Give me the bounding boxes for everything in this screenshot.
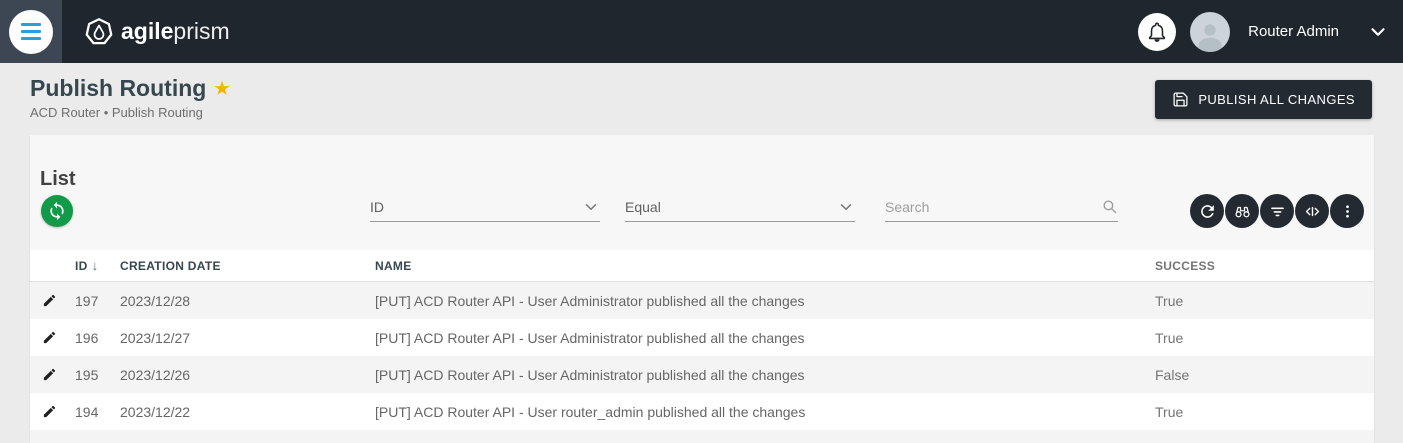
filter-field-select[interactable]: ID (370, 192, 600, 222)
brand-text-light: prism (173, 18, 230, 44)
cell-success: True (1155, 329, 1184, 346)
search-field (885, 192, 1118, 222)
code-icon (1305, 206, 1319, 216)
cell-success: False (1155, 366, 1190, 383)
brand-icon (85, 17, 113, 44)
table-header: ID ↓ CREATION DATE NAME SUCCESS (30, 250, 1374, 282)
pencil-icon (43, 331, 56, 344)
page-header: Publish Routing ★ ACD Router • Publish R… (0, 63, 1403, 135)
sync-icon (50, 201, 64, 221)
menu-button[interactable] (0, 0, 62, 63)
header-success[interactable]: SUCCESS (1155, 259, 1374, 273)
refresh-icon (1200, 204, 1214, 218)
sync-button[interactable] (41, 195, 73, 227)
more-vert-icon (1345, 204, 1349, 218)
filter-operator-select[interactable]: Equal (625, 192, 855, 222)
chevron-down-icon (1371, 27, 1385, 36)
cell-creation-date: 2023/12/22 (120, 403, 191, 420)
table-actions (1190, 194, 1364, 228)
binoculars-icon (1234, 206, 1250, 217)
header-id[interactable]: ID ↓ (75, 258, 120, 273)
cell-id: 195 (75, 366, 99, 383)
cell-creation-date: 2023/12/28 (120, 292, 191, 309)
favorite-star-icon[interactable]: ★ (214, 79, 229, 99)
header-creation-date[interactable]: CREATION DATE (120, 259, 375, 273)
table-row: 196 2023/12/27 [PUT] ACD Router API - Us… (30, 319, 1374, 356)
avatar[interactable] (1190, 11, 1231, 52)
user-name: Router Admin (1248, 23, 1339, 40)
chevron-down-icon (585, 203, 597, 210)
brand-text-bold: agile (121, 18, 174, 44)
table-row: 194 2023/12/22 [PUT] ACD Router API - Us… (30, 393, 1374, 430)
table-row: 197 2023/12/28 [PUT] ACD Router API - Us… (30, 282, 1374, 319)
filter-icon (1270, 207, 1284, 216)
edit-button[interactable] (40, 291, 59, 310)
hamburger-icon (21, 23, 41, 40)
edit-button[interactable] (40, 402, 59, 421)
cell-name: [PUT] ACD Router API - User router_admin… (375, 403, 806, 420)
pencil-icon (43, 294, 56, 307)
bell-icon (1148, 22, 1166, 42)
more-button[interactable] (1330, 194, 1364, 228)
edit-button[interactable] (40, 365, 59, 384)
columns-button[interactable] (1295, 194, 1329, 228)
table-row: 195 2023/12/26 [PUT] ACD Router API - Us… (30, 356, 1374, 393)
list-card: List ID Equal Search ID ↓ CREATION DATE … (30, 135, 1374, 443)
search-input[interactable] (885, 198, 1101, 215)
filter-button[interactable] (1260, 194, 1294, 228)
filter-operator-value: Equal (625, 198, 661, 215)
pencil-icon (43, 368, 56, 381)
pencil-icon (43, 405, 56, 418)
table-body: 197 2023/12/28 [PUT] ACD Router API - Us… (30, 282, 1374, 430)
publish-all-changes-button[interactable]: PUBLISH ALL CHANGES (1155, 80, 1372, 119)
cell-name: [PUT] ACD Router API - User Administrato… (375, 292, 805, 309)
cell-success: True (1155, 403, 1184, 420)
edit-button[interactable] (40, 328, 59, 347)
cell-creation-date: 2023/12/27 (120, 329, 191, 346)
list-title: List (40, 168, 76, 190)
cell-success: True (1155, 292, 1184, 309)
brand-logo[interactable]: agile prism (84, 17, 230, 47)
cell-name: [PUT] ACD Router API - User Administrato… (375, 329, 805, 346)
header-name[interactable]: NAME (375, 259, 1155, 273)
search-icon (1103, 200, 1117, 214)
chevron-down-icon (840, 203, 852, 210)
cell-name: [PUT] ACD Router API - User Administrato… (375, 366, 805, 383)
table-row-partial (30, 430, 1374, 443)
sort-desc-icon: ↓ (91, 258, 99, 273)
cell-id: 197 (75, 292, 99, 309)
results-table: ID ↓ CREATION DATE NAME SUCCESS 197 2023… (30, 250, 1374, 443)
top-navbar: agile prism Router Admin (0, 0, 1403, 63)
cell-id: 196 (75, 329, 99, 346)
user-menu[interactable]: Router Admin (1248, 21, 1389, 43)
filter-field-value: ID (370, 198, 384, 215)
binoculars-button[interactable] (1225, 194, 1259, 228)
refresh-button[interactable] (1190, 194, 1224, 228)
cell-id: 194 (75, 403, 99, 420)
person-icon (1198, 23, 1222, 52)
list-toolbar: List ID Equal (30, 135, 1374, 250)
cell-creation-date: 2023/12/26 (120, 366, 191, 383)
save-icon (1173, 92, 1188, 107)
notifications-button[interactable] (1138, 12, 1177, 51)
